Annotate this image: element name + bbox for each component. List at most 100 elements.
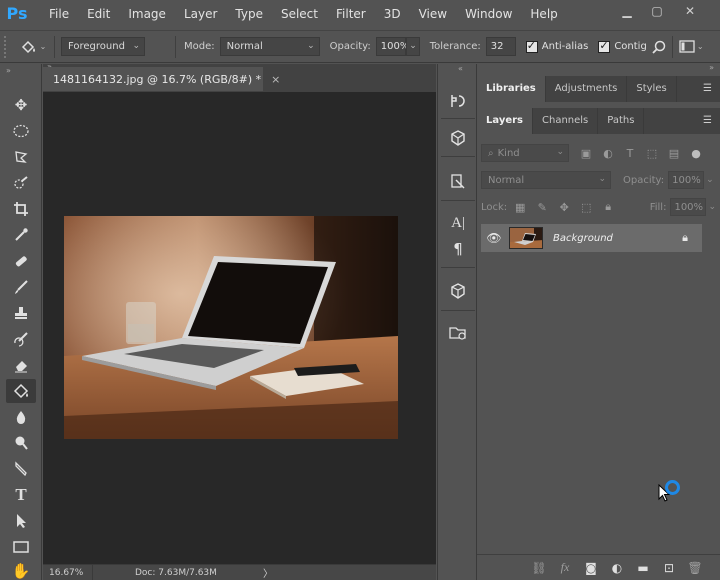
- lasso-icon[interactable]: [6, 145, 36, 169]
- menu-layer[interactable]: Layer: [175, 0, 226, 28]
- minimize-button[interactable]: ▁: [612, 0, 642, 22]
- clone-stamp-icon[interactable]: [6, 301, 36, 325]
- opacity-dropdown[interactable]: ⌄: [405, 37, 420, 56]
- brush-icon[interactable]: [6, 275, 36, 299]
- menu-view[interactable]: View: [410, 0, 456, 28]
- lock-transparent-icon[interactable]: ▦: [511, 201, 529, 214]
- close-window-button[interactable]: ✕: [675, 0, 705, 22]
- document-canvas[interactable]: [64, 216, 398, 439]
- lock-position-icon[interactable]: ✥: [555, 201, 573, 214]
- tab-paths[interactable]: Paths: [598, 108, 645, 134]
- expand-arrows-icon[interactable]: «: [458, 64, 463, 73]
- layer-comps-panel-icon[interactable]: [441, 320, 475, 346]
- document-size: Doc: 7.63M/7.63M: [135, 567, 217, 578]
- tolerance-input[interactable]: 32: [485, 37, 516, 56]
- cube-panel-icon[interactable]: [441, 278, 475, 304]
- tab-channels[interactable]: Channels: [533, 108, 599, 134]
- chevron-down-icon[interactable]: ⌄: [708, 202, 716, 212]
- mask-icon[interactable]: ◙: [578, 561, 604, 575]
- panel-menu-icon[interactable]: ☰: [703, 83, 712, 94]
- crop-icon[interactable]: [6, 197, 36, 221]
- blur-icon[interactable]: [6, 405, 36, 429]
- pen-icon[interactable]: [6, 457, 36, 481]
- menu-window[interactable]: Window: [456, 0, 521, 28]
- filter-pixel-icon[interactable]: ▣: [577, 147, 595, 160]
- panel-menu-icon[interactable]: ☰: [703, 115, 712, 126]
- opacity-input[interactable]: 100%: [375, 37, 409, 56]
- tab-styles[interactable]: Styles: [627, 76, 677, 102]
- dodge-icon[interactable]: [6, 431, 36, 455]
- filter-shape-icon[interactable]: ⬚: [643, 147, 661, 160]
- anti-alias-checkbox[interactable]: [525, 39, 538, 53]
- eyedropper-icon[interactable]: [6, 223, 36, 247]
- rectangle-icon[interactable]: [6, 535, 36, 559]
- history-panel-icon[interactable]: [441, 88, 475, 114]
- filter-adjustment-icon[interactable]: ◐: [599, 147, 617, 160]
- tab-layers[interactable]: Layers: [477, 108, 533, 134]
- tab-adjustments[interactable]: Adjustments: [546, 76, 628, 102]
- filter-smart-object-icon[interactable]: ▤: [665, 147, 683, 160]
- properties-panel-icon[interactable]: [441, 168, 475, 194]
- paint-bucket-tool[interactable]: [6, 379, 36, 403]
- mode-select[interactable]: Normal ⌄: [219, 37, 320, 56]
- tab-libraries[interactable]: Libraries: [477, 76, 546, 102]
- options-bar-grip[interactable]: [4, 35, 18, 58]
- chevron-down-icon[interactable]: ⌄: [697, 42, 704, 51]
- restore-button[interactable]: ▢: [642, 0, 672, 22]
- adjustment-icon[interactable]: ◐: [604, 561, 630, 575]
- lock-all-icon[interactable]: 🔒︎: [599, 200, 617, 214]
- quick-select-icon[interactable]: [6, 171, 36, 195]
- filter-toggle-icon[interactable]: ●: [687, 147, 705, 160]
- 3d-panel-icon[interactable]: [441, 125, 475, 151]
- hand-icon[interactable]: ✋: [6, 559, 36, 580]
- tool-preset-picker[interactable]: ⌄: [18, 39, 48, 55]
- fill-source-select[interactable]: Foreground ⌄: [61, 37, 145, 56]
- filter-kind-select[interactable]: ⌕ Kind ⌄: [481, 144, 569, 162]
- menu-edit[interactable]: Edit: [78, 0, 119, 28]
- contiguous-checkbox[interactable]: [598, 39, 611, 53]
- lock-artboard-icon[interactable]: ⬚: [577, 201, 595, 214]
- folder-icon[interactable]: ▬: [630, 561, 656, 575]
- healing-brush-icon[interactable]: [6, 249, 36, 273]
- fx-icon[interactable]: fx: [552, 560, 578, 575]
- menu-type[interactable]: Type: [226, 0, 272, 28]
- path-select-icon[interactable]: [6, 509, 36, 533]
- menu-select[interactable]: Select: [272, 0, 327, 28]
- paragraph-panel-icon[interactable]: ¶: [441, 236, 475, 262]
- tolerance-label: Tolerance:: [429, 41, 481, 52]
- filter-type-icon[interactable]: T: [621, 147, 639, 160]
- close-document-icon[interactable]: ×: [271, 73, 280, 86]
- menu-help[interactable]: Help: [521, 0, 566, 28]
- zoom-level-input[interactable]: 16.67%: [43, 565, 93, 580]
- type-icon[interactable]: T: [6, 483, 36, 507]
- visibility-eye-icon[interactable]: 👁︎: [481, 231, 507, 245]
- collapse-arrows-icon[interactable]: »: [6, 66, 11, 75]
- status-menu-arrow-icon[interactable]: 〉: [263, 565, 273, 580]
- chevron-down-icon: ⌄: [132, 41, 140, 51]
- layer-opacity-input[interactable]: 100%: [668, 171, 705, 189]
- workspace-icon[interactable]: [679, 40, 695, 53]
- history-brush-icon[interactable]: [6, 327, 36, 351]
- search-icon[interactable]: [652, 40, 666, 54]
- lock-icon[interactable]: 🔒︎: [682, 231, 688, 245]
- collapse-arrows-icon[interactable]: »: [709, 63, 714, 72]
- document-tab[interactable]: 1481164132.jpg @ 16.7% (RGB/8#) * ×: [43, 67, 280, 91]
- menu-image[interactable]: Image: [119, 0, 175, 28]
- new-layer-icon[interactable]: ⊡: [656, 561, 682, 575]
- menu-file[interactable]: File: [40, 0, 78, 28]
- menu-3d[interactable]: 3D: [375, 0, 410, 28]
- link-icon[interactable]: ⛓︎: [526, 561, 552, 575]
- fill-input[interactable]: 100%: [670, 198, 707, 216]
- trash-icon[interactable]: 🗑︎: [682, 561, 708, 575]
- eraser-icon[interactable]: [6, 353, 36, 377]
- move-icon[interactable]: ✥: [6, 93, 36, 117]
- character-panel-icon[interactable]: A|: [441, 210, 475, 236]
- chevron-down-icon[interactable]: ⌄: [706, 175, 714, 185]
- blend-mode-select[interactable]: Normal ⌄: [481, 171, 611, 189]
- lock-pixels-icon[interactable]: ✎: [533, 201, 551, 214]
- layer-name[interactable]: Background: [553, 233, 613, 244]
- menu-filter[interactable]: Filter: [327, 0, 375, 28]
- layer-row[interactable]: 👁︎ Background 🔒︎: [481, 224, 702, 252]
- marquee-icon[interactable]: [6, 119, 36, 143]
- tools-panel: » ✥ T ✋: [0, 64, 42, 580]
